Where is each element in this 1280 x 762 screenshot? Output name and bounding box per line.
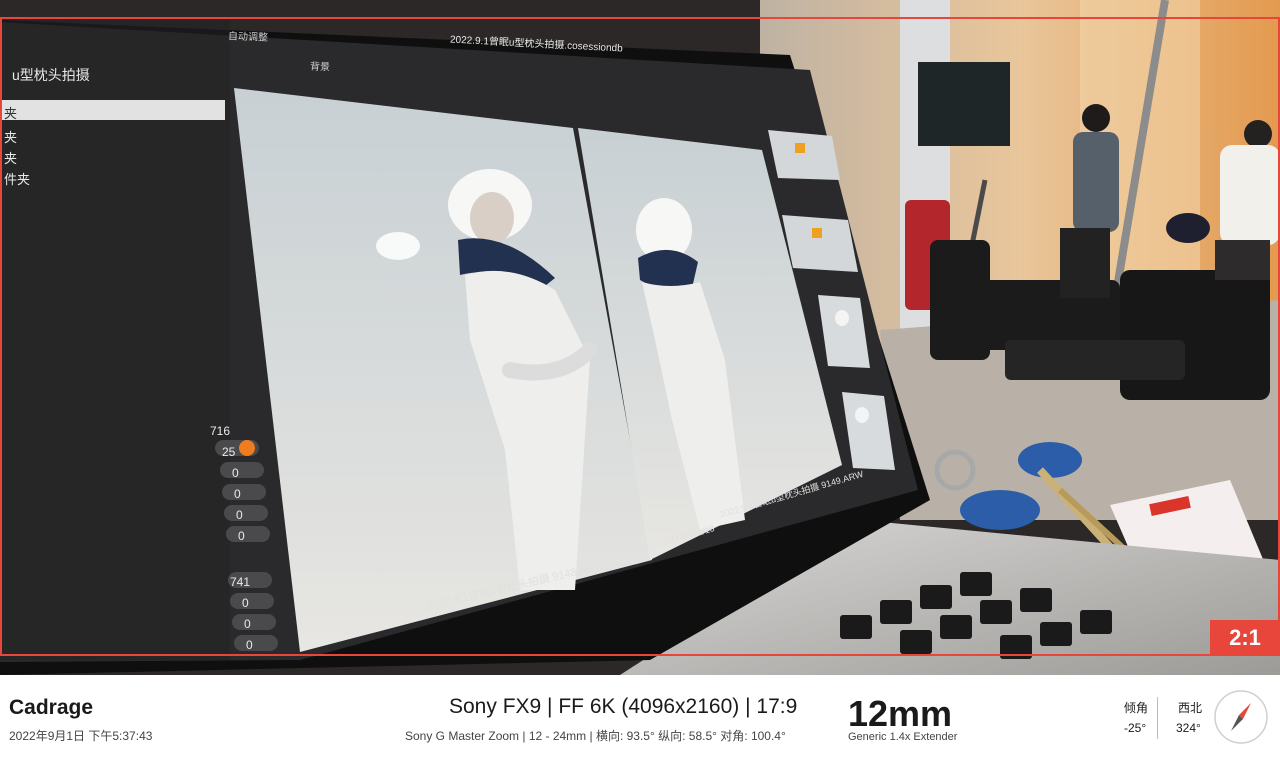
- aspect-ratio-badge[interactable]: 2:1: [1210, 620, 1280, 656]
- app-name: Cadrage: [9, 696, 94, 719]
- screen-count: 25: [222, 445, 236, 459]
- screen-count: 0: [244, 617, 251, 631]
- scene-illustration: [0, 0, 1280, 675]
- screen-toolbar-label: 自动调整: [227, 31, 269, 44]
- screen-count: 0: [236, 508, 243, 522]
- capture-datetime: 2022年9月1日 下午5:37:43: [9, 729, 153, 743]
- compass-icon[interactable]: [1213, 689, 1269, 745]
- lens-info: Sony G Master Zoom | 12 - 24mm | 横向: 93.…: [405, 729, 786, 743]
- tilt-label: 倾角: [1124, 701, 1149, 715]
- screen-count: 0: [232, 466, 239, 480]
- camera-info-bar: Cadrage 2022年9月1日 下午5:37:43 Sony FX9 | F…: [0, 675, 1280, 762]
- tilt-value: -25°: [1124, 721, 1147, 735]
- focal-length: 12mm: [848, 693, 953, 734]
- screen-count: 716: [210, 424, 231, 438]
- screen-folder-item: 夹: [4, 151, 18, 166]
- screen-count: 0: [242, 596, 249, 610]
- orientation-divider: [1157, 697, 1158, 739]
- screen-count: 0: [234, 487, 241, 501]
- screen-folder-item: 夹: [4, 106, 18, 121]
- screen-folder-item: 件夹: [4, 172, 31, 187]
- screen-layer-select: 背景: [309, 61, 331, 74]
- heading-value: 324°: [1176, 721, 1201, 735]
- camera-viewfinder-screen: 自动调整 背景 2022.9.1曾眠u型枕头拍摄.cosessiondb u型枕…: [0, 0, 1280, 762]
- heading-label: 西北: [1178, 701, 1203, 715]
- screen-count: 741: [230, 575, 251, 589]
- screen-folder-item: 夹: [4, 130, 18, 145]
- camera-format: Sony FX9 | FF 6K (4096x2160) | 17:9: [449, 695, 798, 718]
- viewfinder-photo: 自动调整 背景 2022.9.1曾眠u型枕头拍摄.cosessiondb u型枕…: [0, 0, 1280, 675]
- extender-label: Generic 1.4x Extender: [848, 731, 958, 743]
- screen-count: 0: [246, 638, 253, 652]
- screen-library-title: u型枕头拍摄: [12, 67, 90, 83]
- screen-count: 0: [238, 529, 245, 543]
